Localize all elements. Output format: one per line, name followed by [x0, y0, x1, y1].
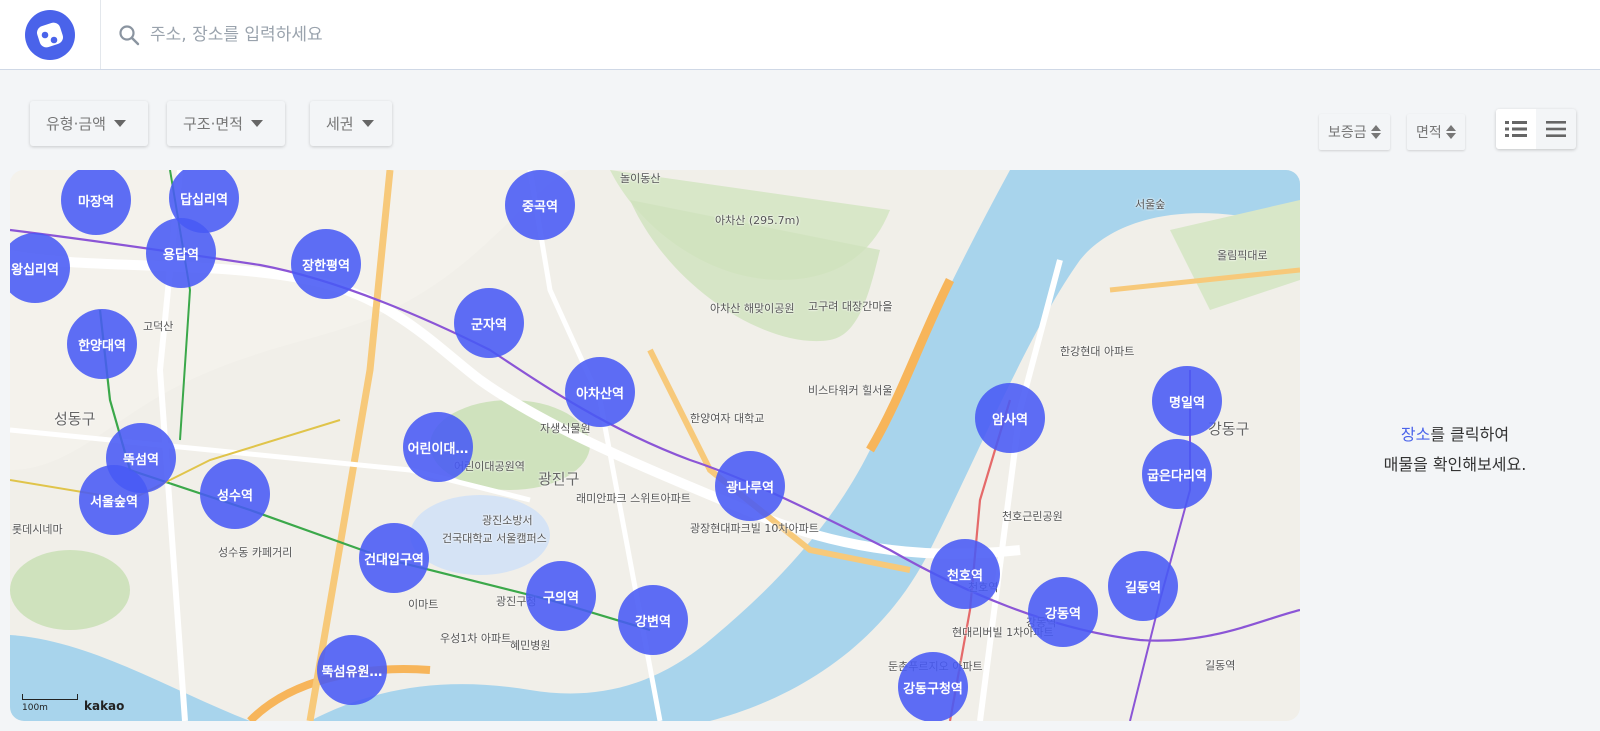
map-place-label: 고구려 대장간마을: [808, 300, 893, 313]
map-place-label: 길동역: [1205, 659, 1236, 672]
logo-area: [0, 0, 101, 69]
list-detail-icon: [1505, 121, 1527, 137]
station-marker[interactable]: 암사역: [975, 383, 1045, 453]
sort-area-button[interactable]: 면적: [1407, 114, 1465, 150]
map-place-label: 광진구: [538, 470, 580, 488]
map-place-label: 성동구: [54, 410, 96, 428]
view-toggle: [1496, 109, 1576, 149]
map-view[interactable]: 성동구 광진구 강동구 아차산 (295.7m) 아차산 해맞이공원 고구려 대장간마을 비…: [10, 170, 1300, 721]
station-marker[interactable]: 천호역: [930, 539, 1000, 609]
filter-label: 구조·면적: [183, 115, 243, 133]
hint-line-2: 매물을 확인해보세요.: [1383, 455, 1527, 474]
station-marker[interactable]: 아차산역: [565, 357, 635, 427]
station-marker[interactable]: 서울숲역: [79, 465, 149, 535]
map-place-label: 아차산 해맞이공원: [710, 302, 795, 315]
sort-label: 면적: [1416, 125, 1442, 141]
filter-label: 유형·금액: [46, 115, 106, 133]
filter-station-area[interactable]: 세권: [310, 101, 392, 146]
map-place-label: 롯데시네마: [12, 523, 63, 536]
station-marker[interactable]: 성수역: [200, 459, 270, 529]
station-marker[interactable]: 강동구청역: [898, 652, 968, 721]
hint-highlight: 장소: [1400, 425, 1431, 444]
station-marker[interactable]: 건대입구역: [359, 523, 429, 593]
map-place-label: 서울숲: [1135, 198, 1166, 211]
search-input[interactable]: [150, 25, 750, 45]
map-place-label: 아차산 (295.7m): [715, 214, 800, 227]
filter-type-price[interactable]: 유형·금액: [30, 101, 148, 146]
map-place-label: 놀이동산: [620, 172, 661, 185]
map-scale: 100m: [22, 694, 78, 713]
kakao-logo: kakao: [84, 699, 125, 713]
sort-arrows-icon: [1445, 125, 1456, 139]
map-place-label: 비스타워커 힐서울: [808, 384, 893, 397]
filter-label: 세권: [326, 115, 354, 133]
station-marker[interactable]: 중곡역: [505, 170, 575, 240]
chevron-down-icon: [250, 120, 263, 127]
station-marker[interactable]: 길동역: [1108, 551, 1178, 621]
scale-label: 100m: [22, 703, 48, 713]
station-marker[interactable]: 장한평역: [291, 229, 361, 299]
hint-line-1: 장소를 클릭하여: [1310, 420, 1600, 450]
station-marker[interactable]: 한양대역: [67, 309, 137, 379]
station-marker[interactable]: 어린이대…: [403, 412, 473, 482]
hint-rest: 를 클릭하여: [1430, 425, 1510, 444]
map-place-label: 천호근린공원: [1002, 510, 1063, 523]
map-place-label: 광진소방서: [482, 514, 533, 527]
sort-arrows-icon: [1370, 125, 1381, 139]
station-marker[interactable]: 명일역: [1152, 366, 1222, 436]
station-marker[interactable]: 광나루역: [715, 451, 785, 521]
station-marker[interactable]: 구의역: [526, 561, 596, 631]
station-marker[interactable]: 강변역: [618, 585, 688, 655]
map-attribution: 100m kakao: [22, 694, 124, 713]
map-place-label: 이마트: [408, 598, 439, 611]
list-detail-view-button[interactable]: [1496, 109, 1536, 149]
scale-bar: [22, 694, 78, 700]
map-place-label: 래미안파크 스위트아파트: [576, 492, 691, 505]
map-place-label: 건국대학교 서울캠퍼스: [442, 532, 547, 545]
logo-icon: [37, 22, 63, 48]
map-place-label: 광장현대파크빌 10차아파트: [690, 522, 819, 535]
map-place-label: 성수동 카페거리: [218, 546, 293, 559]
list-simple-view-button[interactable]: [1536, 109, 1576, 149]
search-icon: [119, 25, 140, 46]
station-marker[interactable]: 굽은다리역: [1142, 439, 1212, 509]
chevron-down-icon: [113, 120, 126, 127]
map-place-label: 혜민병원: [510, 639, 551, 652]
station-marker[interactable]: 뚝섬유원…: [317, 635, 387, 705]
sort-deposit-button[interactable]: 보증금: [1319, 114, 1390, 150]
map-place-label: 한강현대 아파트: [1060, 345, 1135, 358]
sort-label: 보증금: [1328, 125, 1367, 141]
menu-lines-icon: [1546, 121, 1566, 137]
station-marker[interactable]: 용답역: [146, 218, 216, 288]
map-place-label: 한양여자 대학교: [690, 412, 765, 425]
app-logo[interactable]: [25, 10, 75, 60]
station-marker[interactable]: 군자역: [454, 288, 524, 358]
search-bar: [118, 20, 750, 50]
chevron-down-icon: [361, 120, 374, 127]
map-place-label: 고덕산: [143, 320, 174, 333]
top-bar: [0, 0, 1600, 70]
map-place-label: 우성1차 아파트: [440, 632, 512, 645]
station-marker[interactable]: 강동역: [1028, 577, 1098, 647]
click-hint: 장소를 클릭하여 매물을 확인해보세요.: [1310, 420, 1600, 480]
filter-structure-area[interactable]: 구조·면적: [167, 101, 285, 146]
map-place-label: 올림픽대로: [1217, 249, 1268, 262]
